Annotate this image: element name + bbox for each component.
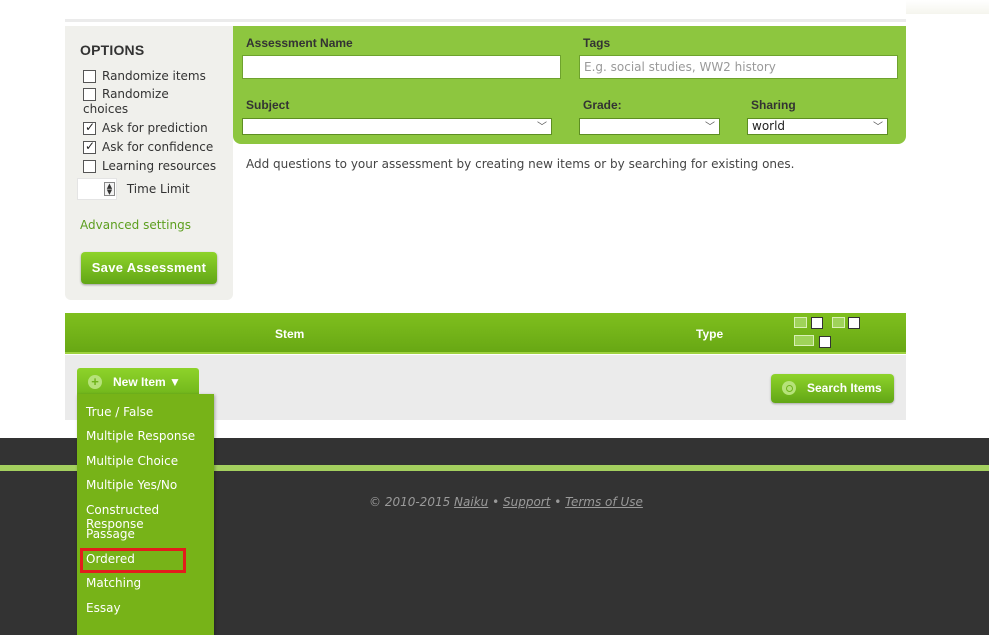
menu-item-matching[interactable]: Matching	[86, 576, 141, 590]
time-limit-label: Time Limit	[126, 181, 190, 196]
randomize-choices-checkbox[interactable]	[83, 88, 96, 101]
learning-resources-option[interactable]: Learning resources	[80, 159, 233, 174]
separator: •	[550, 495, 566, 509]
terms-of-use-link[interactable]: Terms of Use	[565, 495, 643, 509]
naiku-link[interactable]: Naiku	[454, 495, 488, 509]
randomize-items-option[interactable]: Randomize items	[80, 69, 233, 84]
ask-confidence-label: Ask for confidence	[102, 140, 214, 154]
stem-header: Stem	[275, 327, 305, 341]
search-icon	[782, 381, 796, 395]
learning-resources-checkbox[interactable]	[83, 160, 96, 173]
copyright-text: © 2010-2015	[369, 495, 455, 509]
items-table-header: Stem Type	[65, 313, 906, 354]
sharing-label: Sharing	[751, 98, 796, 112]
add-to-bank-icon[interactable]	[794, 317, 807, 328]
top-right-fade	[906, 0, 989, 14]
subject-label: Subject	[246, 98, 290, 112]
help-text: Add questions to your assessment by crea…	[246, 157, 795, 171]
assessment-form-panel: Assessment Name Tags E.g. social studies…	[233, 26, 906, 144]
chevron-down-icon: ﹀	[705, 122, 715, 133]
time-limit-stepper[interactable]: ▲ ▼	[77, 178, 117, 200]
menu-item-essay[interactable]: Essay	[86, 601, 121, 615]
support-link[interactable]: Support	[503, 495, 550, 509]
randomize-items-checkbox[interactable]	[83, 70, 96, 83]
ask-confidence-checkbox[interactable]	[83, 139, 96, 154]
learning-resources-label: Learning resources	[102, 159, 217, 173]
ordered-highlight-box	[80, 548, 186, 573]
randomize-items-label: Randomize items	[102, 69, 206, 83]
new-item-label: New Item ▼	[113, 375, 181, 389]
subject-select[interactable]: ﹀	[242, 118, 552, 135]
select-all-checkbox-2[interactable]	[848, 317, 860, 329]
top-strip	[65, 0, 906, 22]
select-all-checkbox-3[interactable]	[819, 336, 831, 348]
sharing-value: world	[752, 119, 786, 133]
menu-item-multiple-response[interactable]: Multiple Response	[86, 429, 195, 443]
ask-confidence-option[interactable]: Ask for confidence	[80, 139, 233, 155]
assessment-name-input[interactable]	[242, 55, 561, 79]
stepper-arrows-icon[interactable]: ▲ ▼	[104, 182, 115, 196]
menu-item-true-false[interactable]: True / False	[86, 405, 153, 419]
grade-label: Grade:	[583, 98, 622, 112]
tags-label: Tags	[583, 36, 611, 50]
ask-prediction-option[interactable]: Ask for prediction	[80, 120, 233, 136]
layout-icon[interactable]	[794, 335, 814, 346]
new-item-menu: True / False Multiple Response Multiple …	[77, 394, 214, 635]
save-assessment-button[interactable]: Save Assessment	[81, 252, 217, 284]
grade-select[interactable]: ﹀	[579, 118, 720, 135]
menu-item-multiple-choice[interactable]: Multiple Choice	[86, 454, 178, 468]
time-limit-row: ▲ ▼ Time Limit	[77, 178, 233, 200]
menu-item-passage[interactable]: Passage	[86, 527, 135, 541]
randomize-choices-label: Randomize	[102, 87, 169, 101]
randomize-choices-label-2: choices	[83, 102, 129, 116]
menu-item-multiple-yes-no[interactable]: Multiple Yes/No	[86, 478, 177, 492]
plus-icon: +	[88, 375, 102, 389]
advanced-settings-link[interactable]: Advanced settings	[80, 218, 233, 232]
select-all-checkbox-1[interactable]	[811, 317, 823, 329]
ask-prediction-label: Ask for prediction	[102, 121, 208, 135]
chevron-down-icon: ﹀	[537, 122, 547, 133]
footer-copyright: © 2010-2015 Naiku • Support • Terms of U…	[369, 495, 643, 509]
ask-prediction-checkbox[interactable]	[83, 120, 96, 135]
randomize-choices-option[interactable]: Randomize choices	[80, 87, 233, 117]
sharing-select[interactable]: world ﹀	[747, 118, 888, 135]
chevron-down-icon: ﹀	[873, 122, 883, 133]
separator: •	[488, 495, 503, 509]
type-header: Type	[696, 327, 724, 341]
tags-input[interactable]: E.g. social studies, WW2 history	[579, 55, 898, 79]
search-items-button[interactable]: Search Items	[771, 374, 894, 403]
search-items-label: Search Items	[807, 381, 882, 395]
options-panel: OPTIONS Randomize items Randomize choice…	[65, 26, 233, 300]
options-title: OPTIONS	[80, 42, 145, 58]
assessment-name-label: Assessment Name	[246, 36, 353, 50]
grid-icon[interactable]	[832, 317, 845, 328]
